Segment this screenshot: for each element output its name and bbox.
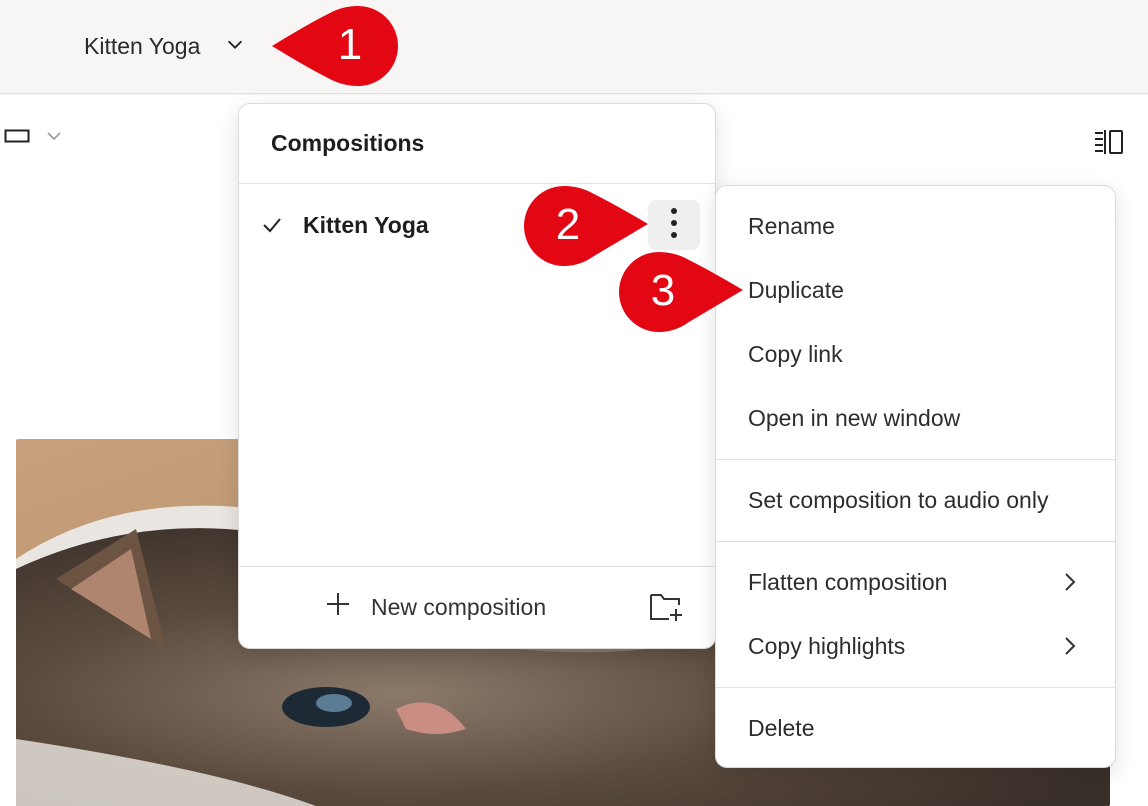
menu-item-label: Open in new window (748, 404, 961, 431)
checkmark-icon (261, 214, 283, 241)
composition-context-menu: Rename Duplicate Copy link Open in new w… (715, 185, 1116, 768)
new-folder-icon (649, 594, 685, 627)
menu-item-audio-only[interactable]: Set composition to audio only (716, 472, 1115, 528)
annotation-callout-1: 1 (272, 4, 400, 88)
menu-divider (716, 687, 1115, 688)
menu-item-label: Copy highlights (748, 632, 906, 659)
chevron-down-icon (224, 33, 246, 60)
new-composition-button[interactable]: New composition (325, 591, 546, 623)
more-vertical-icon (670, 207, 678, 244)
callout-number: 2 (555, 200, 581, 249)
plus-icon (325, 591, 351, 623)
layout-selector[interactable] (4, 129, 62, 143)
menu-item-label: Set composition to audio only (748, 486, 1049, 513)
sidebar-toggle-button[interactable] (1093, 129, 1125, 160)
compositions-title: Compositions (239, 104, 715, 184)
menu-item-label: Duplicate (748, 276, 844, 303)
menu-divider (716, 459, 1115, 460)
chevron-right-icon (1063, 635, 1077, 663)
menu-item-open-new-window[interactable]: Open in new window (716, 390, 1115, 446)
menu-divider (716, 541, 1115, 542)
menu-item-label: Copy link (748, 340, 843, 367)
chevron-down-icon (46, 130, 62, 142)
callout-number: 1 (337, 20, 363, 69)
new-composition-label: New composition (371, 593, 547, 620)
composition-name: Kitten Yoga (303, 212, 429, 238)
callout-number: 3 (650, 266, 676, 315)
composition-title: Kitten Yoga (84, 32, 201, 59)
compositions-footer: New composition (239, 566, 715, 648)
menu-item-label: Rename (748, 212, 835, 239)
layout-icon (4, 129, 30, 143)
menu-item-label: Flatten composition (748, 568, 948, 595)
menu-item-flatten-composition[interactable]: Flatten composition (716, 554, 1115, 610)
menu-item-rename[interactable]: Rename (716, 198, 1115, 254)
composition-more-button[interactable] (648, 200, 700, 250)
chevron-right-icon (1063, 571, 1077, 599)
annotation-callout-3: 3 (617, 252, 743, 332)
menu-item-delete[interactable]: Delete (716, 700, 1115, 756)
compositions-popover: Compositions Kitten Yoga New composition (238, 103, 716, 649)
sidebar-toggle-icon (1093, 130, 1125, 159)
menu-item-copy-highlights[interactable]: Copy highlights (716, 618, 1115, 674)
menu-item-duplicate[interactable]: Duplicate (716, 262, 1115, 318)
top-bar: Kitten Yoga (0, 0, 1148, 94)
menu-item-copy-link[interactable]: Copy link (716, 326, 1115, 382)
composition-switcher[interactable]: Kitten Yoga (72, 22, 258, 70)
menu-item-label: Delete (748, 714, 815, 741)
new-folder-button[interactable] (649, 591, 685, 628)
